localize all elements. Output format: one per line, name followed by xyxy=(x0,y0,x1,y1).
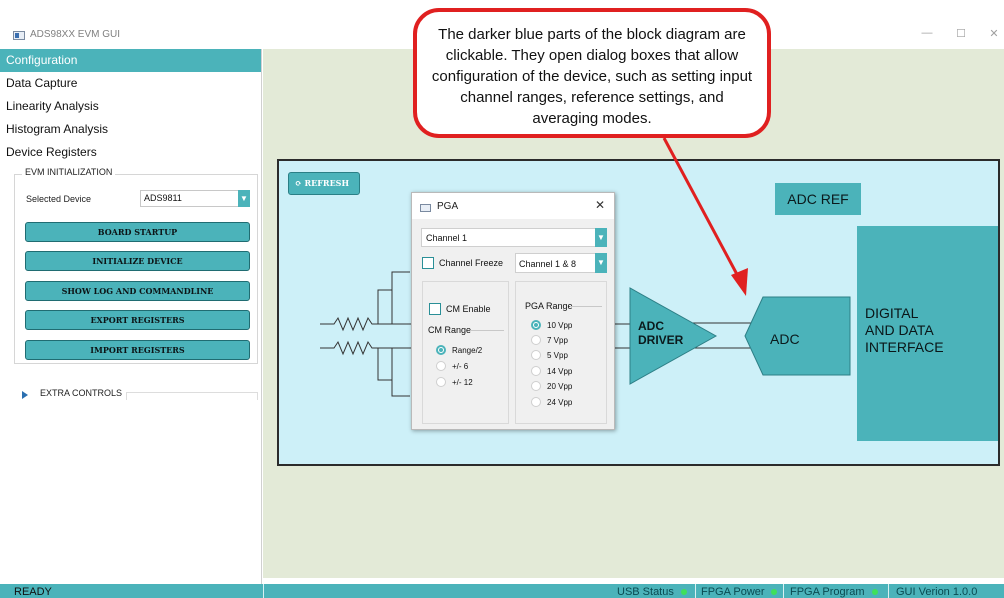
digital-label-line3: INTERFACE xyxy=(865,339,944,355)
fpga-power-label: FPGA Power xyxy=(701,586,765,598)
pga-range-option-label: 7 Vpp xyxy=(547,336,568,345)
pga-range-radio-20vpp[interactable] xyxy=(531,381,541,391)
adc-driver-label: ADC DRIVER xyxy=(638,319,683,347)
pga-dialog-title: PGA xyxy=(437,201,459,212)
pga-range-option-label: 24 Vpp xyxy=(547,398,573,407)
digital-label-line2: AND DATA xyxy=(865,322,934,338)
cm-range-option-label: Range/2 xyxy=(452,346,483,355)
pga-range-option-label: 20 Vpp xyxy=(547,382,573,391)
status-divider xyxy=(888,584,889,598)
wire-top-loop xyxy=(391,271,410,324)
refresh-icon: ⟳ xyxy=(295,178,305,188)
pga-range-option-label: 5 Vpp xyxy=(547,351,568,360)
status-ready: READY xyxy=(14,586,52,598)
usb-status-label: USB Status xyxy=(617,586,674,598)
cm-range-label: CM Range xyxy=(428,325,472,335)
wire-bottom-loop xyxy=(391,348,410,397)
fpga-power-led-icon xyxy=(771,589,777,595)
cm-enable-label: CM Enable xyxy=(446,304,491,314)
pga-dialog: PGA ✕ Channel 1 ▼ Channel Freeze Channel… xyxy=(411,192,615,430)
refresh-label: REFRESH xyxy=(304,178,350,188)
chevron-down-icon[interactable]: ▼ xyxy=(595,228,607,247)
wire-bottom-loop-2 xyxy=(377,348,392,381)
cm-range-divider xyxy=(470,330,504,331)
pga-close-button[interactable]: ✕ xyxy=(595,198,605,212)
status-divider xyxy=(263,584,264,598)
chevron-down-icon[interactable]: ▼ xyxy=(595,253,607,273)
cm-enable-checkbox[interactable] xyxy=(429,303,441,315)
cm-range-radio-6[interactable] xyxy=(436,361,446,371)
digital-label-line1: DIGITAL xyxy=(865,305,919,321)
digital-interface-block[interactable]: DIGITAL AND DATA INTERFACE xyxy=(857,226,998,441)
fpga-program-led-icon xyxy=(872,589,878,595)
gui-version-label: GUI Verion 1.0.0 xyxy=(896,586,978,598)
pga-range-radio-24vpp[interactable] xyxy=(531,397,541,407)
pga-range-option-label: 14 Vpp xyxy=(547,367,573,376)
callout-arrow-line xyxy=(662,137,742,281)
refresh-button[interactable]: ⟳ REFRESH xyxy=(288,172,360,195)
pga-range-radio-10vpp[interactable] xyxy=(531,320,541,330)
status-divider xyxy=(783,584,784,598)
channel-freeze-label: Channel Freeze xyxy=(439,258,504,268)
resistor-top xyxy=(320,316,412,332)
channel-freeze-checkbox[interactable] xyxy=(422,257,434,269)
wire-top-loop-2 xyxy=(377,289,392,324)
pga-range-option-label: 10 Vpp xyxy=(547,321,573,330)
resistor-bottom xyxy=(320,340,412,356)
adc-ref-block[interactable]: ADC REF xyxy=(775,183,861,215)
pga-range-radio-5vpp[interactable] xyxy=(531,350,541,360)
pga-range-divider xyxy=(570,306,602,307)
cm-range-option-label: +/- 6 xyxy=(452,362,469,371)
usb-status-led-icon xyxy=(681,589,687,595)
pga-range-radio-14vpp[interactable] xyxy=(531,366,541,376)
callout-arrow-head xyxy=(731,268,748,296)
adc-label: ADC xyxy=(770,331,800,347)
cm-range-radio-range2[interactable] xyxy=(436,345,446,355)
adc-driver-label-line2: DRIVER xyxy=(638,333,684,347)
adc-driver-label-line1: ADC xyxy=(638,319,664,333)
fpga-program-label: FPGA Program xyxy=(790,586,865,598)
pga-range-label: PGA Range xyxy=(525,301,573,311)
app-window: ADS98XX EVM GUI — ☐ ✕ Configuration Data… xyxy=(0,0,1004,598)
pga-range-radio-7vpp[interactable] xyxy=(531,335,541,345)
channel-select-value: Channel 1 xyxy=(426,233,468,243)
cm-range-radio-12[interactable] xyxy=(436,377,446,387)
callout-annotation: The darker blue parts of the block diagr… xyxy=(413,8,771,138)
dialog-icon xyxy=(420,204,431,212)
channel-pair-value: Channel 1 & 8 xyxy=(519,259,577,269)
cm-range-option-label: +/- 12 xyxy=(452,378,473,387)
status-divider xyxy=(695,584,696,598)
